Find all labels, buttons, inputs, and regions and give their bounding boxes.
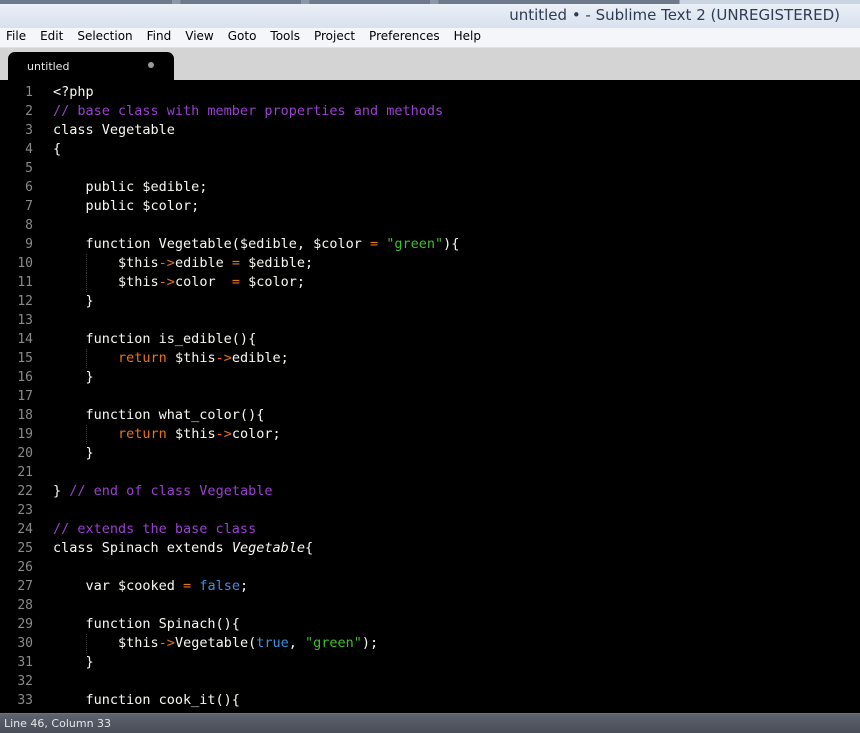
code-line[interactable] [53,311,853,330]
code-line[interactable] [53,596,853,615]
code-line[interactable]: { [53,140,853,159]
line-number: 29 [17,617,33,632]
line-number: 1 [25,85,33,100]
code-line[interactable] [53,672,853,691]
menu-file[interactable]: File [0,28,33,45]
indent-guide [85,634,87,653]
menu-bar: File Edit Selection Find View Goto Tools… [0,28,860,48]
code-line[interactable] [53,501,853,520]
line-number: 11 [17,275,33,290]
line-number: 16 [17,370,33,385]
line-number: 9 [25,237,33,252]
menu-preferences[interactable]: Preferences [362,28,447,45]
menu-tools[interactable]: Tools [263,28,307,45]
code-line[interactable]: $this->Vegetable(true, "green"); [53,634,853,653]
code-line[interactable]: function Spinach(){ [53,615,853,634]
line-number: 5 [25,161,33,176]
code-line[interactable]: $this->edible = $edible; [53,254,853,273]
code-line[interactable] [53,558,853,577]
code-line[interactable]: } [53,368,853,387]
indent-guide [85,349,87,368]
line-number: 32 [17,674,33,689]
code-line[interactable]: class Spinach extends Vegetable{ [53,539,853,558]
line-number: 26 [17,560,33,575]
menu-view[interactable]: View [178,28,220,45]
indent-guide [85,425,87,444]
line-number: 21 [17,465,33,480]
line-number: 8 [25,218,33,233]
editor[interactable]: 1 2 3 4 5 6 7 8 9 10 11 12 13 14 15 16 17 18 19 20 21 22 23 24 2… [0,80,860,713]
line-number: 15 [17,351,33,366]
code-line[interactable]: function what_color(){ [53,406,853,425]
menu-project[interactable]: Project [307,28,362,45]
indent-guide [85,273,87,292]
code-line[interactable]: var $cooked = false; [53,577,853,596]
code-line[interactable]: class Vegetable [53,121,853,140]
code-line[interactable] [53,159,853,178]
code-line[interactable] [53,463,853,482]
line-number: 33 [17,693,33,708]
code-line[interactable] [53,387,853,406]
code-line[interactable]: // base class with member properties and… [53,102,853,121]
menu-find[interactable]: Find [140,28,179,45]
code-line[interactable]: } [53,292,853,311]
status-bar: Line 46, Column 33 [0,713,860,733]
code-line[interactable]: return $this->edible; [53,349,853,368]
code-line[interactable]: function is_edible(){ [53,330,853,349]
line-number: 20 [17,446,33,461]
line-number: 12 [17,294,33,309]
line-number: 14 [17,332,33,347]
code-line[interactable]: $this->color = $color; [53,273,853,292]
line-number: 28 [17,598,33,613]
code-line[interactable]: function cook_it(){ [53,691,853,710]
line-number: 6 [25,180,33,195]
line-number: 10 [17,256,33,271]
menu-goto[interactable]: Goto [221,28,264,45]
line-number: 17 [17,389,33,404]
tab-untitled[interactable]: untitled [8,52,174,80]
unsaved-dot-icon[interactable] [148,62,154,68]
line-number: 7 [25,199,33,214]
line-number: 31 [17,655,33,670]
code-area[interactable]: <?php// base class with member propertie… [53,83,853,710]
menu-edit[interactable]: Edit [33,28,70,45]
code-line[interactable]: return $this->color; [53,425,853,444]
code-line[interactable] [53,216,853,235]
line-number: 3 [25,123,33,138]
line-number: 24 [17,522,33,537]
tab-bar: untitled [0,48,860,80]
line-number: 4 [25,142,33,157]
line-number: 13 [17,313,33,328]
title-bar: untitled • - Sublime Text 2 (UNREGISTERE… [0,0,860,28]
line-number: 19 [17,427,33,442]
line-number: 18 [17,408,33,423]
window-title: untitled • - Sublime Text 2 (UNREGISTERE… [509,6,840,24]
line-number: 30 [17,636,33,651]
line-number: 23 [17,503,33,518]
code-line[interactable]: } // end of class Vegetable [53,482,853,501]
menu-selection[interactable]: Selection [70,28,139,45]
line-number-gutter: 1 2 3 4 5 6 7 8 9 10 11 12 13 14 15 16 17 18 19 20 21 22 23 24 2… [0,83,42,710]
code-line[interactable]: public $edible; [53,178,853,197]
code-line[interactable]: <?php [53,83,853,102]
code-line[interactable]: public $color; [53,197,853,216]
code-line[interactable]: } [53,444,853,463]
menu-help[interactable]: Help [447,28,488,45]
line-number: 25 [17,541,33,556]
taskbar-strip [0,0,860,4]
line-number: 2 [25,104,33,119]
status-cursor-position: Line 46, Column 33 [4,717,112,730]
line-number: 27 [17,579,33,594]
line-number: 22 [17,484,33,499]
indent-guide [85,254,87,273]
code-line[interactable]: // extends the base class [53,520,853,539]
code-line[interactable]: function Vegetable($edible, $color = "gr… [53,235,853,254]
tab-label: untitled [27,60,70,73]
code-line[interactable]: } [53,653,853,672]
